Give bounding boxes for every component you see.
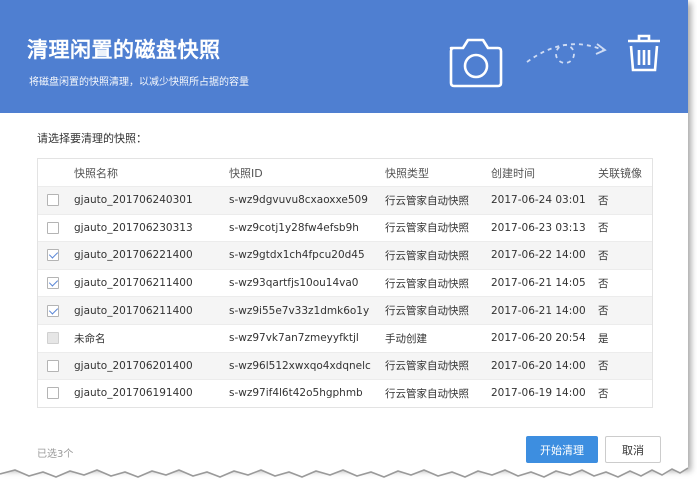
cancel-button[interactable]: 取消: [605, 436, 661, 463]
snapshot-image: 否: [598, 249, 609, 262]
column-header-image: 关联镜像: [598, 166, 642, 180]
table-row[interactable]: gjauto_201706191400 s-wz97if4l6t42o5hgph…: [38, 379, 652, 407]
snapshot-id: s-wz97vk7an7zmeyyfktjl: [229, 332, 359, 345]
table-row[interactable]: 未命名 s-wz97vk7an7zmeyyfktjl 手动创建 2017-06-…: [38, 323, 652, 352]
table-header-row: 快照名称 快照ID 快照类型 创建时间 关联镜像: [38, 159, 652, 186]
select-prompt: 请选择要清理的快照：: [37, 132, 147, 145]
snapshot-image: 否: [598, 222, 609, 235]
snapshot-created: 2017-06-24 03:01: [491, 194, 586, 207]
snapshot-image: 否: [598, 194, 609, 207]
column-header-created: 创建时间: [491, 166, 535, 180]
snapshot-image: 否: [598, 360, 609, 373]
start-cleanup-button[interactable]: 开始清理: [526, 436, 598, 463]
snapshot-name: gjauto_201706240301: [74, 194, 193, 207]
snapshot-type: 行云管家自动快照: [385, 387, 469, 400]
snapshot-id: s-wz96l512xwxqo4xdqnelc: [229, 359, 371, 372]
row-checkbox[interactable]: [47, 359, 59, 372]
dialog-title: 清理闲置的磁盘快照: [27, 38, 221, 62]
row-checkbox[interactable]: [47, 277, 59, 290]
snapshot-id: s-wz97if4l6t42o5hgphmb: [229, 387, 363, 400]
table-row[interactable]: gjauto_201706240301 s-wz9dgvuvu8cxaoxxe5…: [38, 186, 652, 214]
snapshot-type: 行云管家自动快照: [385, 194, 469, 207]
snapshot-type: 手动创建: [385, 332, 427, 345]
row-checkbox[interactable]: [47, 249, 59, 262]
column-header-type: 快照类型: [385, 166, 429, 180]
selected-count: 已选3个: [37, 449, 74, 460]
snapshot-created: 2017-06-19 14:00: [491, 387, 586, 400]
camera-icon: [449, 38, 503, 88]
snapshot-image: 是: [598, 332, 609, 345]
snapshot-created: 2017-06-21 14:00: [491, 304, 586, 317]
row-checkbox[interactable]: [47, 194, 59, 207]
snapshot-name: gjauto_201706211400: [74, 304, 193, 317]
snapshot-created: 2017-06-20 20:54: [491, 332, 586, 345]
snapshot-name: gjauto_201706211400: [74, 277, 193, 290]
column-header-id: 快照ID: [229, 166, 263, 180]
row-checkbox: [47, 332, 59, 345]
snapshot-image: 否: [598, 387, 609, 400]
snapshot-type: 行云管家自动快照: [385, 222, 469, 235]
snapshot-created: 2017-06-22 14:00: [491, 249, 586, 262]
table-row[interactable]: gjauto_201706230313 s-wz9cotj1y28fw4efsb…: [38, 213, 652, 242]
dashed-arrow-icon: [526, 43, 604, 64]
snapshot-type: 行云管家自动快照: [385, 249, 469, 262]
snapshot-created: 2017-06-23 03:13: [491, 221, 586, 234]
snapshot-id: s-wz9dgvuvu8cxaoxxe509: [229, 194, 368, 207]
snapshot-image: 否: [598, 277, 609, 290]
snapshot-table: 快照名称 快照ID 快照类型 创建时间 关联镜像 gjauto_20170624…: [37, 158, 653, 408]
snapshot-name: gjauto_201706201400: [74, 359, 193, 372]
snapshot-id: s-wz93qartfjs10ou14va0: [229, 277, 359, 290]
snapshot-id: s-wz9i55e7v33z1dmk6o1y: [229, 304, 370, 317]
arrow-head-icon: [595, 43, 607, 55]
snapshot-created: 2017-06-20 14:00: [491, 359, 586, 372]
row-checkbox[interactable]: [47, 387, 59, 400]
header-illustration: [449, 34, 660, 88]
table-row[interactable]: gjauto_201706211400 s-wz9i55e7v33z1dmk6o…: [38, 296, 652, 324]
table-row[interactable]: gjauto_201706221400 s-wz9gtdx1ch4fpcu20d…: [38, 241, 652, 269]
snapshot-name: gjauto_201706230313: [74, 221, 193, 234]
table-row[interactable]: gjauto_201706211400 s-wz93qartfjs10ou14v…: [38, 268, 652, 297]
snapshot-name: 未命名: [74, 332, 106, 345]
snapshot-id: s-wz9gtdx1ch4fpcu20d45: [229, 249, 365, 262]
snapshot-created: 2017-06-21 14:05: [491, 277, 586, 290]
snapshot-name: gjauto_201706191400: [74, 387, 193, 400]
column-header-name: 快照名称: [74, 166, 118, 180]
snapshot-type: 行云管家自动快照: [385, 305, 469, 318]
trash-icon: [628, 34, 660, 72]
snapshot-type: 行云管家自动快照: [385, 360, 469, 373]
cleanup-snapshot-dialog: 清理闲置的磁盘快照 将磁盘闲置的快照清理，以减少快照所占据的容量 请选择要清理的…: [0, 0, 688, 468]
dialog-header: 清理闲置的磁盘快照 将磁盘闲置的快照清理，以减少快照所占据的容量: [0, 0, 688, 113]
snapshot-image: 否: [598, 305, 609, 318]
snapshot-name: gjauto_201706221400: [74, 249, 193, 262]
row-checkbox[interactable]: [47, 221, 59, 234]
dialog-subtitle: 将磁盘闲置的快照清理，以减少快照所占据的容量: [29, 77, 249, 88]
torn-edge-decoration: [0, 464, 689, 478]
table-row[interactable]: gjauto_201706201400 s-wz96l512xwxqo4xdqn…: [38, 351, 652, 380]
snapshot-type: 行云管家自动快照: [385, 277, 469, 290]
row-checkbox[interactable]: [47, 304, 59, 317]
snapshot-id: s-wz9cotj1y28fw4efsb9h: [229, 221, 359, 234]
